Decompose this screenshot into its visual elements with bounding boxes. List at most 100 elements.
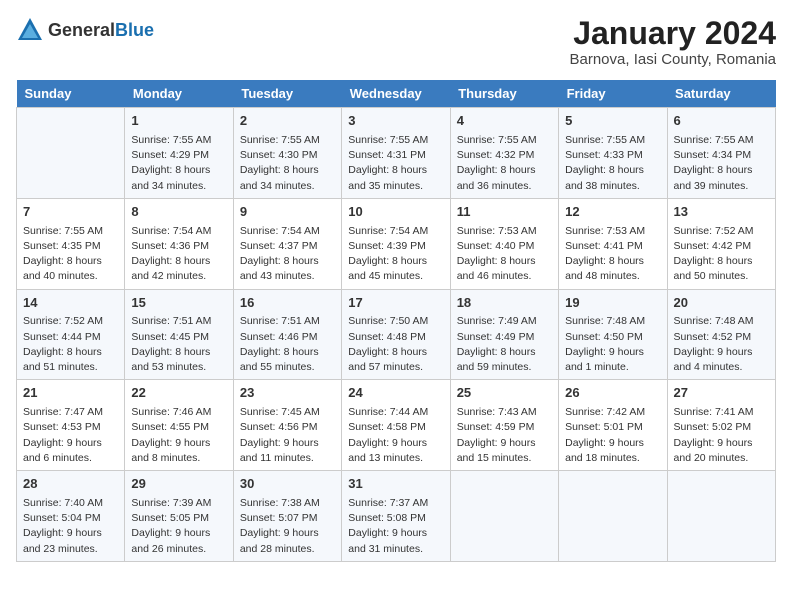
day-number: 28 [23,475,118,494]
header-cell-sunday: Sunday [17,80,125,108]
day-info: Sunrise: 7:53 AM Sunset: 4:40 PM Dayligh… [457,224,552,285]
day-info: Sunrise: 7:37 AM Sunset: 5:08 PM Dayligh… [348,496,443,557]
day-cell: 20Sunrise: 7:48 AM Sunset: 4:52 PM Dayli… [667,289,775,380]
day-cell: 2 Sunrise: 7:55 AM Sunset: 4:30 PM Daylig… [233,108,341,199]
header: General Blue January 2024 Barnova, Iasi … [16,16,776,68]
day-number: 3 [348,112,443,131]
day-info: Sunrise: 7:52 AM Sunset: 4:44 PM Dayligh… [23,314,118,375]
header-cell-tuesday: Tuesday [233,80,341,108]
day-cell: 3Sunrise: 7:55 AM Sunset: 4:31 PM Daylig… [342,108,450,199]
header-cell-saturday: Saturday [667,80,775,108]
day-cell: 1Sunrise: 7:55 AM Sunset: 4:29 PM Daylig… [125,108,233,199]
day-cell: 17Sunrise: 7:50 AM Sunset: 4:48 PM Dayli… [342,289,450,380]
day-number: 30 [240,475,335,494]
day-cell: 14Sunrise: 7:52 AM Sunset: 4:44 PM Dayli… [17,289,125,380]
day-number: 8 [131,203,226,222]
day-cell: 15Sunrise: 7:51 AM Sunset: 4:45 PM Dayli… [125,289,233,380]
day-cell: 30Sunrise: 7:38 AM Sunset: 5:07 PM Dayli… [233,471,341,562]
week-row: 21 Sunrise: 7:47 AM Sunset: 4:53 PM Dayli… [17,380,776,471]
day-info: Sunrise: 7:40 AM Sunset: 5:04 PM Dayligh… [23,496,118,557]
day-cell: 13Sunrise: 7:52 AM Sunset: 4:42 PM Dayli… [667,198,775,289]
day-number: 16 [240,294,335,313]
day-cell: 22 Sunrise: 7:46 AM Sunset: 4:55 PM Dayli… [125,380,233,471]
day-number: 10 [348,203,443,222]
day-number: 21 [23,384,118,403]
header-cell-thursday: Thursday [450,80,558,108]
header-row: SundayMondayTuesdayWednesdayThursdayFrid… [17,80,776,108]
day-info: Sunrise: 7:46 AM Sunset: 4:55 PM Dayligh… [131,405,226,466]
day-cell: 25Sunrise: 7:43 AM Sunset: 4:59 PM Dayli… [450,380,558,471]
day-number: 2 [240,112,335,131]
day-info: Sunrise: 7:55 AM Sunset: 4:34 PM Dayligh… [674,133,769,194]
day-number: 22 [131,384,226,403]
header-cell-monday: Monday [125,80,233,108]
week-row: 1Sunrise: 7:55 AM Sunset: 4:29 PM Daylig… [17,108,776,199]
calendar-table: SundayMondayTuesdayWednesdayThursdayFrid… [16,80,776,562]
day-number: 20 [674,294,769,313]
day-info: Sunrise: 7:41 AM Sunset: 5:02 PM Dayligh… [674,405,769,466]
calendar-header: SundayMondayTuesdayWednesdayThursdayFrid… [17,80,776,108]
day-info: Sunrise: 7:48 AM Sunset: 4:50 PM Dayligh… [565,314,660,375]
day-info: Sunrise: 7:51 AM Sunset: 4:46 PM Dayligh… [240,314,335,375]
day-info: Sunrise: 7:47 AM Sunset: 4:53 PM Dayligh… [23,405,118,466]
day-cell: 29Sunrise: 7:39 AM Sunset: 5:05 PM Dayli… [125,471,233,562]
logo-icon [16,16,44,44]
day-info: Sunrise: 7:55 AM Sunset: 4:35 PM Dayligh… [23,224,118,285]
day-info: Sunrise: 7:45 AM Sunset: 4:56 PM Dayligh… [240,405,335,466]
day-info: Sunrise: 7:55 AM Sunset: 4:32 PM Dayligh… [457,133,552,194]
day-cell: 21 Sunrise: 7:47 AM Sunset: 4:53 PM Dayli… [17,380,125,471]
title-area: January 2024 Barnova, Iasi County, Roman… [570,16,777,68]
day-number: 24 [348,384,443,403]
day-info: Sunrise: 7:51 AM Sunset: 4:45 PM Dayligh… [131,314,226,375]
day-cell: 27Sunrise: 7:41 AM Sunset: 5:02 PM Dayli… [667,380,775,471]
day-number: 18 [457,294,552,313]
day-cell: 10Sunrise: 7:54 AM Sunset: 4:39 PM Dayli… [342,198,450,289]
subtitle: Barnova, Iasi County, Romania [570,51,777,68]
day-cell: 6 Sunrise: 7:55 AM Sunset: 4:34 PM Daylig… [667,108,775,199]
day-info: Sunrise: 7:44 AM Sunset: 4:58 PM Dayligh… [348,405,443,466]
week-row: 28 Sunrise: 7:40 AM Sunset: 5:04 PM Dayli… [17,471,776,562]
day-cell: 8 Sunrise: 7:54 AM Sunset: 4:36 PM Daylig… [125,198,233,289]
day-cell: 19Sunrise: 7:48 AM Sunset: 4:50 PM Dayli… [559,289,667,380]
day-number: 31 [348,475,443,494]
week-row: 14Sunrise: 7:52 AM Sunset: 4:44 PM Dayli… [17,289,776,380]
logo-blue: Blue [115,21,154,39]
day-info: Sunrise: 7:48 AM Sunset: 4:52 PM Dayligh… [674,314,769,375]
day-number: 11 [457,203,552,222]
day-info: Sunrise: 7:50 AM Sunset: 4:48 PM Dayligh… [348,314,443,375]
day-number: 17 [348,294,443,313]
day-number: 14 [23,294,118,313]
header-cell-wednesday: Wednesday [342,80,450,108]
day-number: 5 [565,112,660,131]
day-cell: 7 Sunrise: 7:55 AM Sunset: 4:35 PM Daylig… [17,198,125,289]
day-info: Sunrise: 7:55 AM Sunset: 4:29 PM Dayligh… [131,133,226,194]
day-cell [667,471,775,562]
day-cell: 4Sunrise: 7:55 AM Sunset: 4:32 PM Daylig… [450,108,558,199]
day-cell [450,471,558,562]
calendar-body: 1Sunrise: 7:55 AM Sunset: 4:29 PM Daylig… [17,108,776,562]
day-info: Sunrise: 7:54 AM Sunset: 4:36 PM Dayligh… [131,224,226,285]
day-cell: 26 Sunrise: 7:42 AM Sunset: 5:01 PM Dayli… [559,380,667,471]
day-number: 23 [240,384,335,403]
day-info: Sunrise: 7:55 AM Sunset: 4:33 PM Dayligh… [565,133,660,194]
day-cell: 24 Sunrise: 7:44 AM Sunset: 4:58 PM Dayli… [342,380,450,471]
day-number: 12 [565,203,660,222]
day-info: Sunrise: 7:55 AM Sunset: 4:30 PM Dayligh… [240,133,335,194]
day-cell: 16Sunrise: 7:51 AM Sunset: 4:46 PM Dayli… [233,289,341,380]
header-cell-friday: Friday [559,80,667,108]
day-number: 7 [23,203,118,222]
day-cell [17,108,125,199]
day-cell [559,471,667,562]
logo-general: General [48,21,115,39]
day-cell: 9Sunrise: 7:54 AM Sunset: 4:37 PM Daylig… [233,198,341,289]
day-info: Sunrise: 7:42 AM Sunset: 5:01 PM Dayligh… [565,405,660,466]
day-cell: 28 Sunrise: 7:40 AM Sunset: 5:04 PM Dayli… [17,471,125,562]
day-number: 26 [565,384,660,403]
day-cell: 5 Sunrise: 7:55 AM Sunset: 4:33 PM Daylig… [559,108,667,199]
day-number: 19 [565,294,660,313]
day-number: 15 [131,294,226,313]
day-number: 6 [674,112,769,131]
day-number: 13 [674,203,769,222]
logo: General Blue [16,16,154,44]
day-cell: 18Sunrise: 7:49 AM Sunset: 4:49 PM Dayli… [450,289,558,380]
